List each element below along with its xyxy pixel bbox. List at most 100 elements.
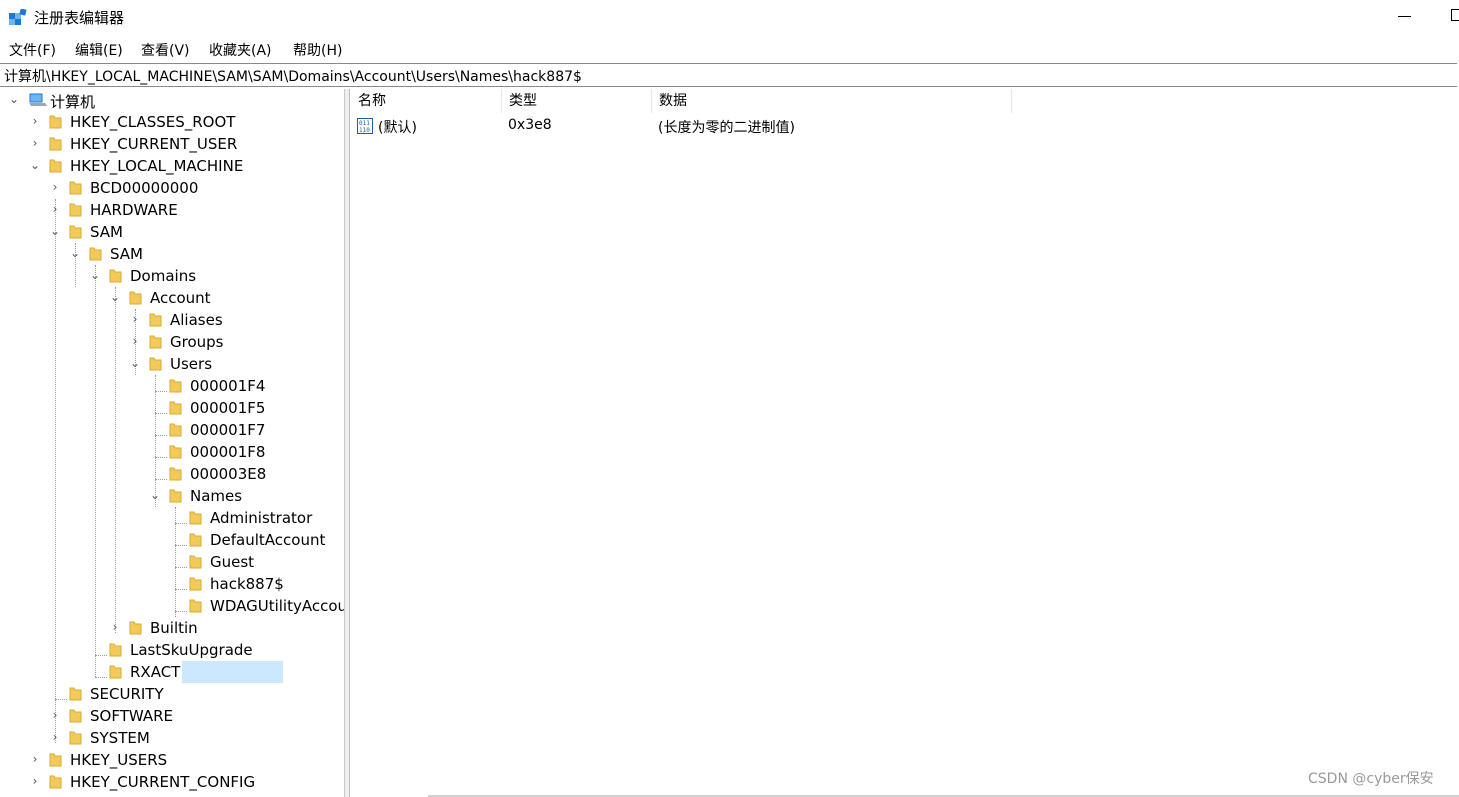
column-header-label: 类型 [509,93,537,109]
tree-label: hack887$ [210,575,284,593]
tree-label: SAM [90,223,124,241]
column-header-data[interactable]: 数据 [651,89,1012,113]
chevron-down-icon[interactable]: ⌄ [49,225,61,237]
folder-icon [169,423,182,437]
chevron-down-icon[interactable]: ⌄ [29,159,41,171]
chevron-down-icon[interactable]: ⌄ [109,291,121,303]
chevron-right-icon[interactable]: › [129,313,141,325]
tree-node-system[interactable]: › SYSTEM [0,727,330,749]
menu-help[interactable]: 帮助(H) [293,40,342,60]
tree-node-hkcu[interactable]: › HKEY_CURRENT_USER [0,133,330,155]
chevron-right-icon[interactable]: › [49,731,61,743]
folder-icon [49,159,62,173]
address-bar[interactable]: 计算机\HKEY_LOCAL_MACHINE\SAM\SAM\Domains\A… [0,63,1457,87]
column-header-label: 名称 [358,93,386,109]
tree-label: 000001F7 [190,421,266,439]
chevron-down-icon[interactable]: ⌄ [8,93,20,105]
values-list-pane[interactable]: 名称 类型 数据 011 110 (默认) 0x3e8 (长度为零的二进制值) [350,89,1459,797]
maximize-button[interactable] [1451,9,1459,21]
tree-node-users[interactable]: ⌄ Users [0,353,330,375]
folder-icon [169,489,182,503]
svg-text:011: 011 [359,120,370,127]
column-header-type[interactable]: 类型 [501,89,652,113]
tree-node-names[interactable]: ⌄ Names [0,485,330,507]
tree-node-guest[interactable]: Guest [0,551,330,573]
tree-label: SECURITY [90,685,164,703]
folder-icon [129,291,142,305]
window-title: 注册表编辑器 [34,9,125,27]
folder-icon [189,555,202,569]
chevron-right-icon[interactable]: › [29,115,41,127]
tree-node-security[interactable]: SECURITY [0,683,330,705]
column-header-name[interactable]: 名称 [350,89,502,113]
tree-node-sam-sam[interactable]: ⌄ SAM [0,243,330,265]
key-tree-pane[interactable]: ⌄ 计算机 › HKEY_CLASSES_ROOT › HKEY_CURRENT… [0,89,345,797]
chevron-right-icon[interactable]: › [129,335,141,347]
tree-label: HKEY_USERS [70,751,168,769]
tree-node-domains[interactable]: ⌄ Domains [0,265,330,287]
menu-view[interactable]: 查看(V) [141,40,190,60]
chevron-right-icon[interactable]: › [29,137,41,149]
chevron-right-icon[interactable]: › [49,203,61,215]
tree-node-hack887-selected[interactable]: hack887$ [0,573,330,595]
chevron-down-icon[interactable]: ⌄ [129,357,141,369]
tree-node-groups[interactable]: › Groups [0,331,330,353]
folder-icon [189,533,202,547]
tree-node-000001f5[interactable]: 000001F5 [0,397,330,419]
tree-node-hkcc[interactable]: › HKEY_CURRENT_CONFIG [0,771,330,793]
value-row[interactable]: 011 110 (默认) 0x3e8 (长度为零的二进制值) [350,115,1050,137]
watermark: CSDN @cyber保安 [1308,771,1434,787]
tree-node-aliases[interactable]: › Aliases [0,309,330,331]
tree-node-account[interactable]: ⌄ Account [0,287,330,309]
tree-label: Guest [210,553,255,571]
folder-icon [149,335,162,349]
tree-node-hklm[interactable]: ⌄ HKEY_LOCAL_MACHINE [0,155,330,177]
tree-node-000001f7[interactable]: 000001F7 [0,419,330,441]
value-name: (默认) [378,120,417,136]
tree-node-sam[interactable]: ⌄ SAM [0,221,330,243]
tree-node-000003e8[interactable]: 000003E8 [0,463,330,485]
menu-favorites[interactable]: 收藏夹(A) [209,40,272,60]
tree-node-software[interactable]: › SOFTWARE [0,705,330,727]
chevron-down-icon[interactable]: ⌄ [89,269,101,281]
tree-node-hardware[interactable]: › HARDWARE [0,199,330,221]
tree-node-wdagutilityaccount[interactable]: WDAGUtilityAccount [0,595,344,617]
tree-label: HKEY_CURRENT_USER [70,135,238,153]
tree-node-bcd[interactable]: › BCD00000000 [0,177,330,199]
chevron-down-icon[interactable]: ⌄ [149,489,161,501]
tree-node-000001f8[interactable]: 000001F8 [0,441,330,463]
address-path[interactable]: 计算机\HKEY_LOCAL_MACHINE\SAM\SAM\Domains\A… [4,66,582,86]
tree-node-hku[interactable]: › HKEY_USERS [0,749,330,771]
tree-node-computer[interactable]: ⌄ 计算机 [0,89,330,111]
binary-value-icon: 011 110 [357,118,373,134]
tree-node-hkcr[interactable]: › HKEY_CLASSES_ROOT [0,111,330,133]
minimize-button[interactable] [1398,7,1412,21]
tree-node-000001f4[interactable]: 000001F4 [0,375,330,397]
tree-node-rxact[interactable]: RXACT [0,661,330,683]
chevron-right-icon[interactable]: › [109,621,121,633]
menu-edit[interactable]: 编辑(E) [75,40,123,60]
chevron-right-icon[interactable]: › [49,709,61,721]
folder-icon [149,357,162,371]
tree-node-defaultaccount[interactable]: DefaultAccount [0,529,330,551]
tree-node-administrator[interactable]: Administrator [0,507,330,529]
chevron-right-icon[interactable]: › [29,775,41,787]
tree-label: 000001F5 [190,399,266,417]
folder-icon [169,379,182,393]
tree-label: 000001F8 [190,443,266,461]
folder-icon [189,511,202,525]
tree-node-builtin[interactable]: › Builtin [0,617,330,639]
tree-label: Groups [170,333,224,351]
folder-icon [109,269,122,283]
chevron-right-icon[interactable]: › [29,753,41,765]
tree-node-lastskuupgrade[interactable]: LastSkuUpgrade [0,639,330,661]
tree-label: Aliases [170,311,223,329]
chevron-down-icon[interactable]: ⌄ [69,247,81,259]
tree-label: Account [150,289,211,307]
chevron-right-icon[interactable]: › [49,181,61,193]
tree-label: 000003E8 [190,465,267,483]
menu-file[interactable]: 文件(F) [9,40,56,60]
tree-label: 计算机 [50,93,96,111]
folder-icon [189,599,202,613]
tree-label: BCD00000000 [90,179,199,197]
